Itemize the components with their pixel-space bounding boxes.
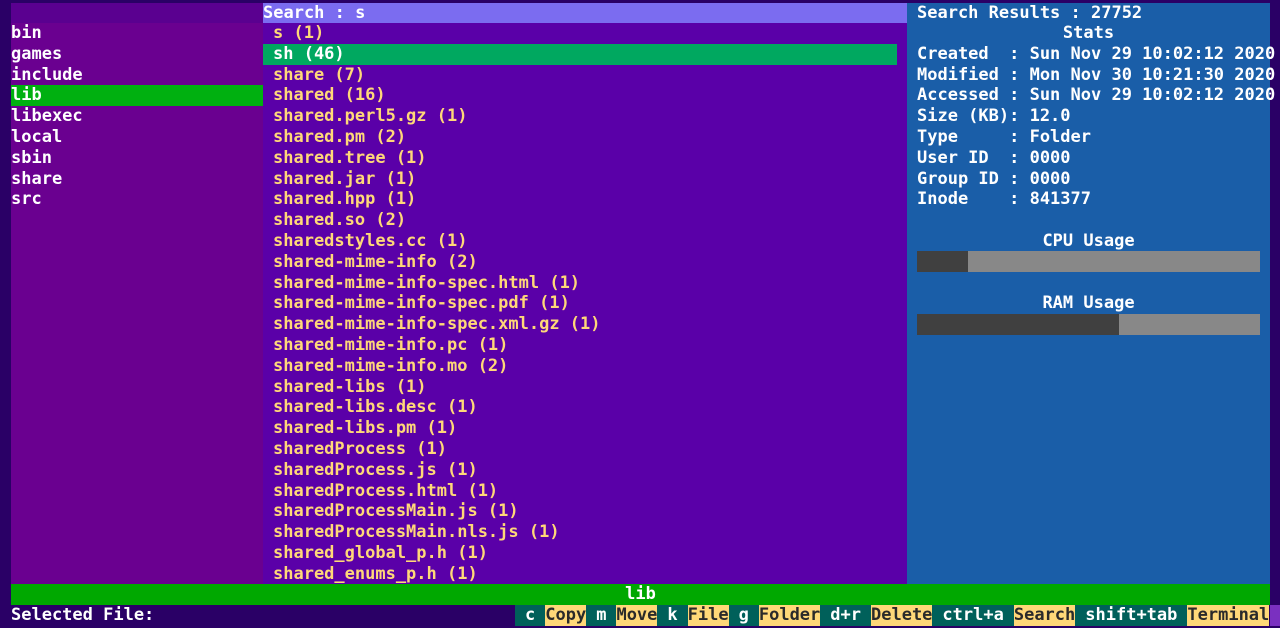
directory-item[interactable]: src xyxy=(11,189,263,210)
search-result-item[interactable]: sh (46) xyxy=(263,43,897,65)
search-result-item[interactable]: sharedProcess (1) xyxy=(263,439,897,460)
search-result-item[interactable]: sharedProcessMain.nls.js (1) xyxy=(263,522,897,543)
search-results-count: Search Results : 27752 xyxy=(917,3,1143,23)
terminal-file-manager: Search : s Search Results : 27752 bin gam… xyxy=(0,0,1280,628)
status-bar-end xyxy=(1270,605,1280,626)
search-result-item[interactable]: shared-mime-info (2) xyxy=(263,252,897,273)
search-result-item[interactable]: shared-mime-info-spec.xml.gz (1) xyxy=(263,314,897,335)
search-result-item[interactable]: share (7) xyxy=(263,65,897,86)
shortcut-action[interactable]: Search xyxy=(1013,605,1076,626)
stat-row: Modified : Mon Nov 30 10:21:30 2020 xyxy=(917,64,1276,85)
search-result-item[interactable]: s (1) xyxy=(263,23,897,44)
current-directory: lib xyxy=(625,584,656,604)
cpu-usage-bar xyxy=(917,251,1260,272)
shortcut-action[interactable]: Copy xyxy=(545,605,587,626)
cpu-usage-fill xyxy=(917,251,969,272)
search-result-item[interactable]: shared-libs.pm (1) xyxy=(263,418,897,439)
shortcut-key[interactable]: c xyxy=(515,605,546,626)
stats-list: Created : Sun Nov 29 10:02:12 2020 Modifi… xyxy=(907,43,1276,210)
directory-item[interactable]: libexec xyxy=(11,106,263,127)
search-result-item[interactable]: shared-mime-info-spec.html (1) xyxy=(263,273,897,294)
search-result-item[interactable]: shared.pm (2) xyxy=(263,127,897,148)
search-result-item[interactable]: shared-mime-info-spec.pdf (1) xyxy=(263,293,897,314)
search-result-item[interactable]: shared_enums_p.h (1) xyxy=(263,564,897,585)
search-result-item[interactable]: sharedProcessMain.js (1) xyxy=(263,501,897,522)
shortcut-key[interactable]: m xyxy=(586,605,617,626)
search-result-item[interactable]: shared (16) xyxy=(263,85,897,106)
stats-title: Stats xyxy=(1062,23,1115,43)
ram-usage-label: RAM Usage xyxy=(1042,293,1135,313)
ram-usage-bar xyxy=(917,314,1260,335)
shortcut-key[interactable]: ctrl+a xyxy=(932,605,1014,626)
search-result-item[interactable]: shared.tree (1) xyxy=(263,148,897,169)
stat-row: Size (KB): 12.0 xyxy=(917,106,1071,127)
ram-usage-fill xyxy=(917,314,1120,335)
search-result-item[interactable]: shared_global_p.h (1) xyxy=(263,543,897,564)
directory-pane[interactable]: bin games include lib libexec local sbin share s… xyxy=(11,23,263,584)
shortcut-action[interactable]: Terminal xyxy=(1187,605,1270,626)
search-result-item[interactable]: shared.hpp (1) xyxy=(263,189,897,210)
selected-file-label: Selected File: xyxy=(11,605,155,625)
search-result-item[interactable]: shared-libs (1) xyxy=(263,377,897,398)
search-result-item[interactable]: shared.perl5.gz (1) xyxy=(263,106,897,127)
stat-row: Inode : 841377 xyxy=(917,189,1091,210)
current-directory-bar: lib xyxy=(11,584,1270,605)
directory-item[interactable]: lib xyxy=(11,85,263,107)
shortcut-key[interactable]: shift+tab xyxy=(1075,605,1188,626)
search-result-item[interactable]: shared.jar (1) xyxy=(263,169,897,190)
search-result-item[interactable]: sharedstyles.cc (1) xyxy=(263,231,897,252)
shortcut-action[interactable]: Delete xyxy=(871,605,933,626)
stat-row: Accessed : Sun Nov 29 10:02:12 2020 xyxy=(917,85,1276,106)
stat-row: User ID : 0000 xyxy=(917,147,1071,168)
search-result-item[interactable]: sharedProcess.html (1) xyxy=(263,481,897,502)
search-result-item[interactable]: shared-mime-info.pc (1) xyxy=(263,335,897,356)
search-label: Search : s xyxy=(263,3,366,23)
shortcut-key[interactable]: d+r xyxy=(820,605,871,626)
directory-item[interactable]: include xyxy=(11,65,263,86)
stat-row: Created : Sun Nov 29 10:02:12 2020 xyxy=(917,43,1276,64)
directory-item[interactable]: local xyxy=(11,127,263,148)
shortcut-action[interactable]: Move xyxy=(616,605,658,626)
search-result-item[interactable]: sharedProcess.js (1) xyxy=(263,460,897,481)
top-left-strip xyxy=(11,3,263,23)
directory-item[interactable]: sbin xyxy=(11,148,263,169)
search-results-header: Search Results : 27752 xyxy=(907,3,1270,23)
search-result-item[interactable]: shared.so (2) xyxy=(263,210,897,231)
stat-row: Type : Folder xyxy=(917,126,1091,147)
search-result-item[interactable]: shared-mime-info.mo (2) xyxy=(263,356,897,377)
stat-row: Group ID : 0000 xyxy=(917,168,1071,189)
directory-item[interactable]: bin xyxy=(11,23,263,44)
search-results-pane[interactable]: s (1) sh (46) share (7) shared (16) shared.p… xyxy=(263,23,907,584)
shortcut-key[interactable]: g xyxy=(728,605,759,626)
shortcut-bar: c Copy m Move k File g Folder d+r Delete ctrl+a Sea… xyxy=(515,605,1270,626)
directory-item[interactable]: share xyxy=(11,169,263,190)
status-bar: Selected File: c Copy m Move k File g Folder d+r… xyxy=(0,605,1280,628)
directory-item[interactable]: games xyxy=(11,44,263,65)
cpu-usage-label: CPU Usage xyxy=(1042,231,1135,251)
shortcut-key[interactable]: k xyxy=(657,605,688,626)
shortcut-action[interactable]: Folder xyxy=(758,605,821,626)
search-result-item[interactable]: shared-libs.desc (1) xyxy=(263,397,897,418)
shortcut-action[interactable]: File xyxy=(687,605,729,626)
stats-pane: Stats Created : Sun Nov 29 10:02:12 2020… xyxy=(907,23,1276,584)
search-bar[interactable]: Search : s xyxy=(263,3,907,23)
